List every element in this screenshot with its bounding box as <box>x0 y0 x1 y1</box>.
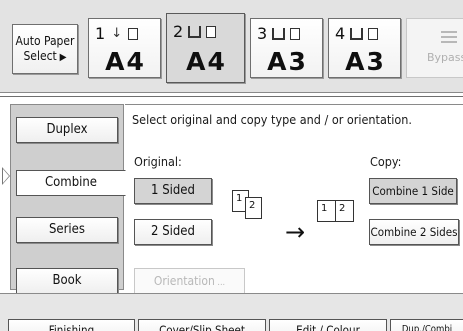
paper-orientation-icon <box>290 28 301 40</box>
tab-edit-colour[interactable]: Edit / Colour <box>269 319 387 331</box>
side-menu-combine[interactable]: Combine <box>16 170 126 196</box>
copy-page-icon: 1 <box>317 200 336 222</box>
tray-2-button[interactable]: 2 A4 <box>166 13 245 83</box>
ellipsis-icon: ... <box>214 278 226 288</box>
bypass-tray-icon <box>441 31 457 43</box>
paper-orientation-icon <box>368 28 379 40</box>
original-2-sided-button[interactable]: 2 Sided <box>134 219 212 245</box>
selected-item-pointer-icon <box>2 167 10 185</box>
instruction-text: Select original and copy type and / or o… <box>132 112 412 127</box>
side-menu-series[interactable]: Series <box>16 217 118 243</box>
tray-4-button[interactable]: 4 A3 <box>328 18 401 78</box>
bypass-tray-button[interactable]: Bypass <box>406 18 463 78</box>
tray-number: 1 <box>95 24 106 43</box>
tray-paper-size: A3 <box>345 47 386 76</box>
original-1-sided-button[interactable]: 1 Sided <box>134 178 212 204</box>
original-label: Original: <box>134 154 182 169</box>
auto-paper-select-button[interactable]: Auto Paper Select <box>12 24 78 74</box>
side-menu-book[interactable]: Book <box>16 268 118 294</box>
original-page-icon: 2 <box>245 197 262 219</box>
paper-tray-icon <box>188 26 202 38</box>
tray-number: 2 <box>173 22 184 41</box>
paper-tray-icon <box>350 28 364 40</box>
tab-cover-slip-sheet[interactable]: Cover/Slip Sheet <box>138 319 266 331</box>
tray-paper-size: A4 <box>186 47 227 76</box>
copy-label: Copy: <box>370 154 402 169</box>
tray-1-button[interactable]: 1 A4 <box>88 18 161 78</box>
tray-3-button[interactable]: 3 A3 <box>250 18 323 78</box>
tray-paper-size: A3 <box>267 47 308 76</box>
side-menu-duplex[interactable]: Duplex <box>16 117 118 143</box>
orientation-label: Orientation <box>153 274 215 288</box>
tab-finishing[interactable]: Finishing <box>8 319 135 331</box>
auto-paper-select-label-line2: Select <box>13 49 77 65</box>
combine-1-side-button[interactable]: Combine 1 Side <box>369 178 457 204</box>
tray-paper-size: A4 <box>105 47 146 76</box>
combine-2-sides-button[interactable]: Combine 2 Sides <box>369 219 459 245</box>
tray-down-arrow-icon <box>110 28 123 40</box>
paper-tray-icon <box>272 28 286 40</box>
paper-orientation-icon <box>128 28 139 40</box>
auto-paper-select-label-line1: Auto Paper <box>15 34 75 48</box>
copy-page-icon: 2 <box>335 200 354 222</box>
bypass-tray-label: Bypass <box>427 51 463 64</box>
arrow-right-icon: → <box>285 218 306 246</box>
tray-number: 4 <box>335 24 346 43</box>
paper-orientation-icon <box>206 26 217 38</box>
orientation-button[interactable]: Orientation ... <box>134 268 245 294</box>
tab-dup-combine[interactable]: Dup./Combi <box>390 319 463 331</box>
tray-number: 3 <box>257 24 268 43</box>
